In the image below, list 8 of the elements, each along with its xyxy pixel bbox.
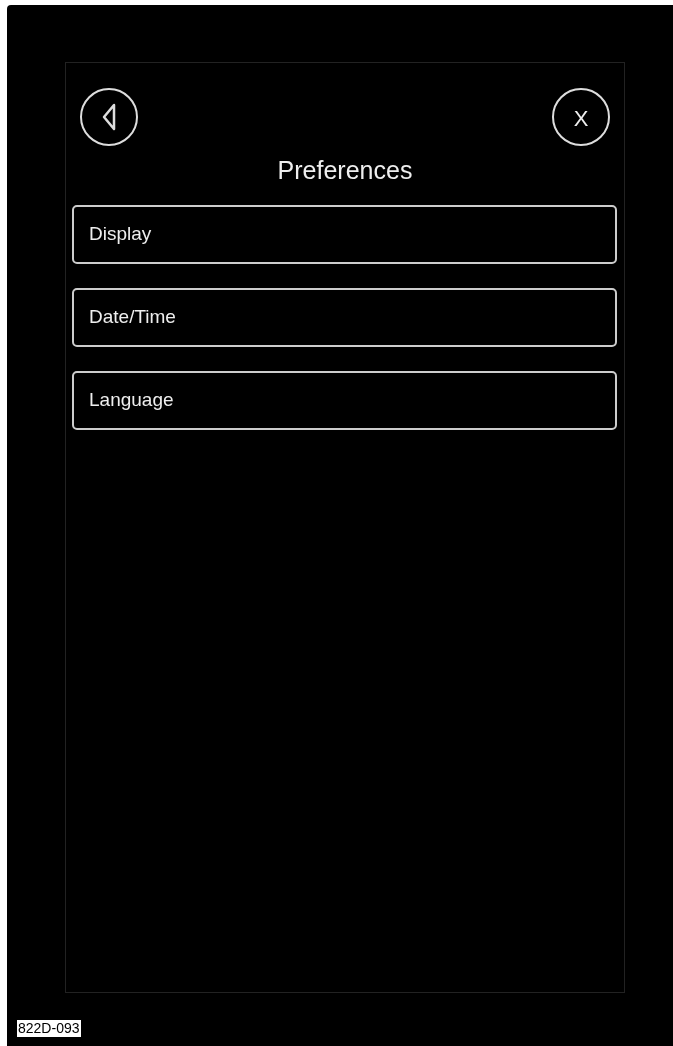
menu-item[interactable]: Language <box>72 371 617 430</box>
menu-item[interactable]: Display <box>72 205 617 264</box>
figure-label: 822D-093 <box>17 1020 81 1037</box>
menu-item[interactable]: Date/Time <box>72 288 617 347</box>
back-icon <box>102 103 116 131</box>
back-button[interactable] <box>80 88 138 146</box>
page-title: Preferences <box>277 155 413 186</box>
close-button[interactable]: X <box>552 88 610 146</box>
